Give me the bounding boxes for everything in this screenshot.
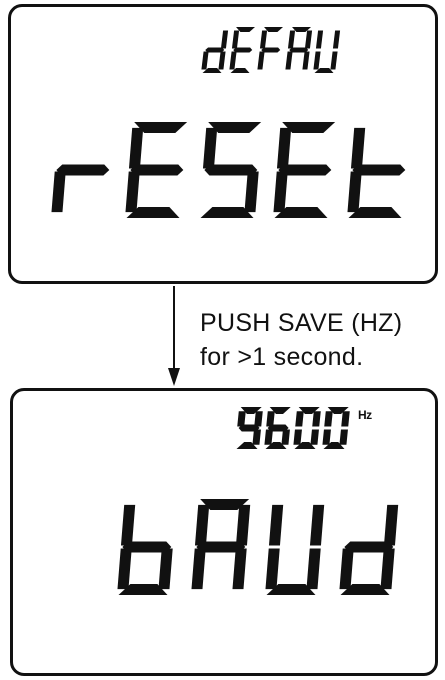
lcd-display-baud: 9600 bAUd — [10, 388, 438, 676]
lcd-top-readout-text: dEFAU — [11, 7, 12, 8]
segment-digit — [293, 407, 321, 449]
segment-digit — [322, 407, 350, 449]
segment-digit — [257, 27, 284, 70]
segment-digit — [201, 30, 229, 73]
segment-digit — [191, 499, 251, 590]
instruction-line-1: PUSH SAVE (HZ) — [200, 309, 403, 337]
segment-digit — [339, 504, 399, 595]
segment-digit — [229, 27, 256, 73]
lcd-display-reset: dEFAU rESEt — [8, 4, 438, 284]
lcd-main-readout — [51, 122, 406, 218]
segment-digit — [125, 122, 188, 218]
segment-digit — [117, 504, 173, 595]
hz-unit-label: Hz — [358, 408, 372, 422]
lcd-main-readout-text: bAUd — [13, 391, 14, 392]
down-arrow-icon — [168, 286, 180, 386]
instruction-text: PUSH SAVE (HZ) for >1 second. — [200, 306, 402, 374]
lcd-baud-rate-readout — [236, 407, 350, 449]
lcd-main-readout-text: rESEt — [11, 7, 12, 8]
segment-digit — [347, 127, 406, 218]
segment-digit — [285, 27, 313, 70]
segment-digit — [200, 122, 262, 218]
lcd-top-readout — [201, 27, 341, 73]
lcd-main-readout — [117, 499, 399, 595]
segment-digit — [236, 407, 263, 449]
segment-digit — [264, 407, 291, 449]
segment-digit — [273, 122, 336, 218]
lcd-top-readout-text: 9600 — [13, 391, 14, 392]
segment-digit — [265, 504, 325, 595]
segment-digit — [51, 164, 110, 213]
instruction-line-2: for >1 second. — [200, 343, 364, 371]
segment-digit — [313, 30, 341, 73]
